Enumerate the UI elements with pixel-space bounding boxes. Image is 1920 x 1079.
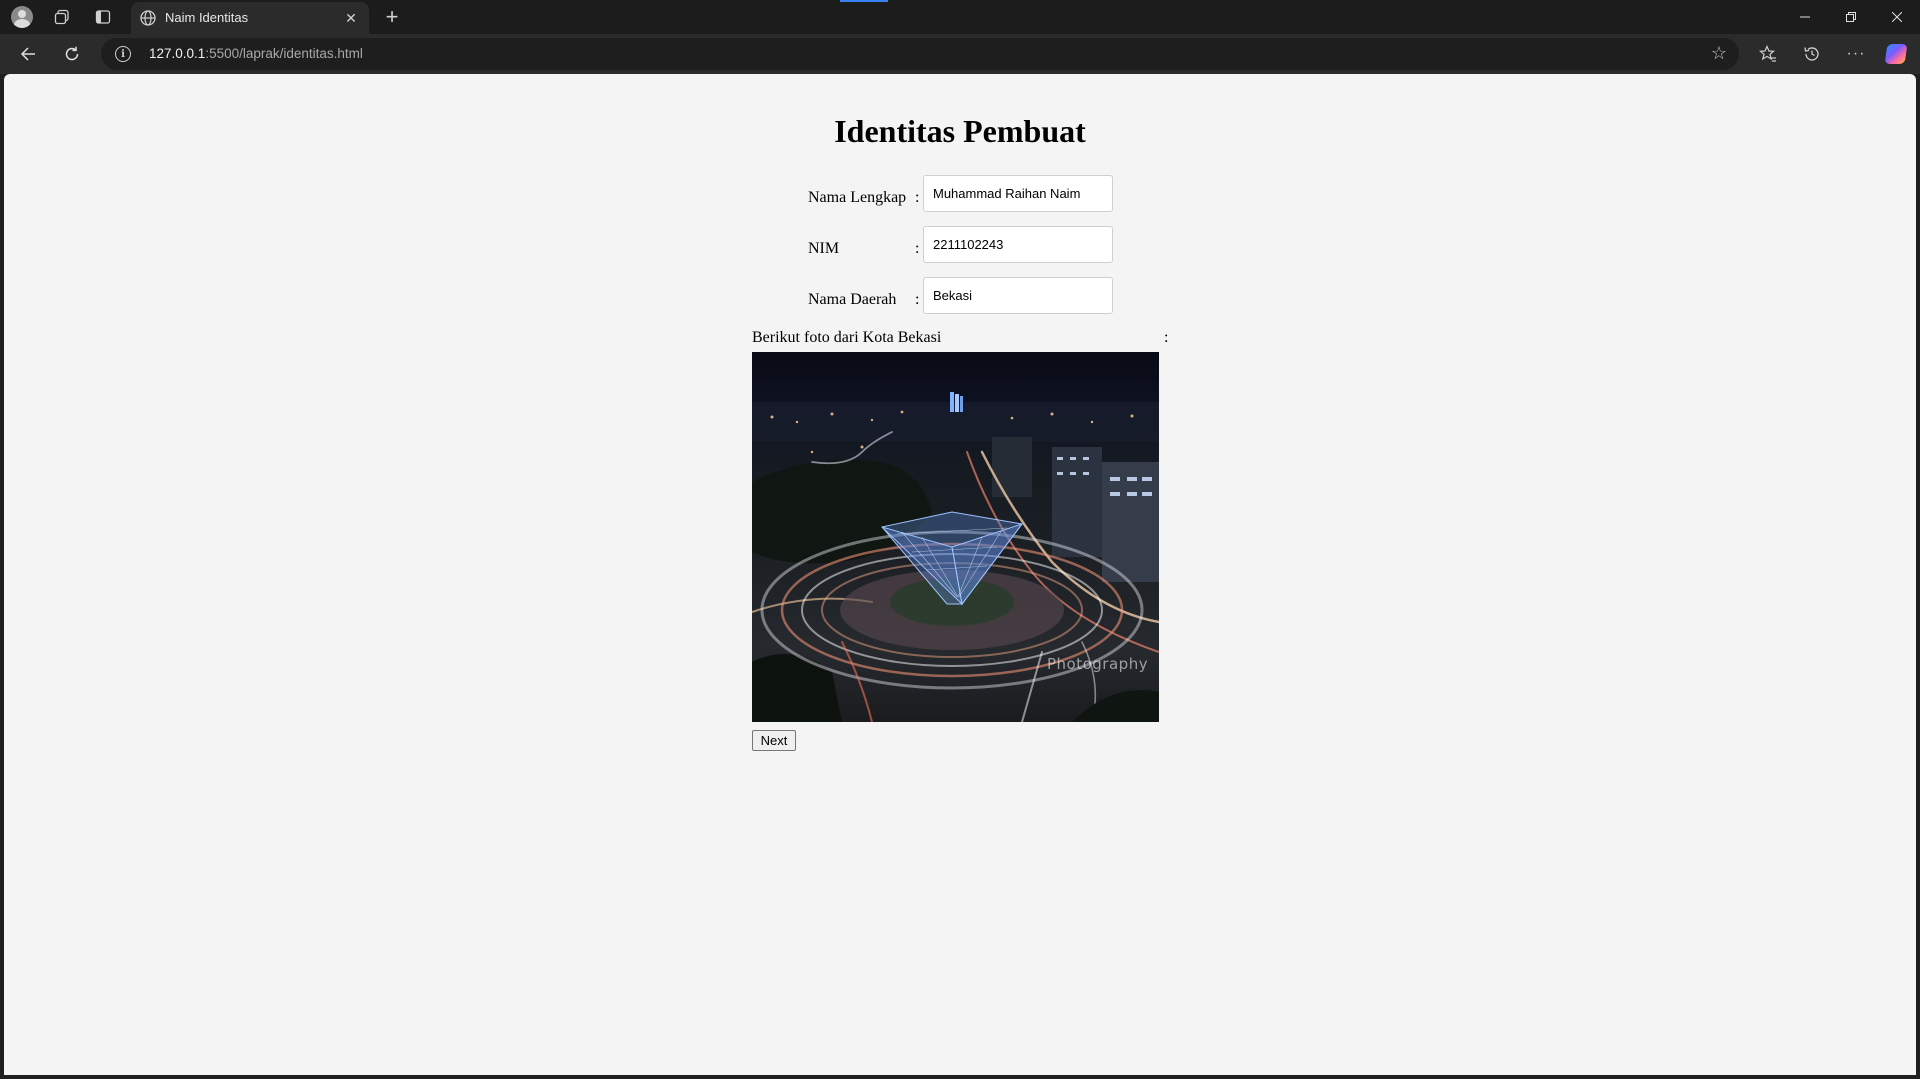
photo-watermark: Photography: [1047, 655, 1149, 673]
close-window-button[interactable]: [1874, 0, 1920, 34]
browser-toolbar: i 127.0.0.1:5500/laprak/identitas.html ☆…: [0, 34, 1920, 74]
bekasi-city-photo: Photography: [752, 352, 1159, 722]
close-icon[interactable]: ✕: [341, 8, 361, 28]
globe-icon: [140, 10, 156, 26]
profile-icon[interactable]: [5, 5, 39, 29]
minimize-button[interactable]: [1782, 0, 1828, 34]
field-colon: :: [915, 189, 920, 206]
field-label: Nama Daerah: [808, 291, 897, 308]
field-colon: :: [915, 240, 920, 257]
copilot-icon[interactable]: [1880, 38, 1912, 70]
tab-actions-icon[interactable]: [86, 5, 120, 29]
field-label: NIM: [808, 240, 840, 257]
field-colon: :: [915, 291, 920, 308]
more-icon[interactable]: ···: [1840, 38, 1872, 70]
tab-bar: Naim Identitas ✕ +: [0, 0, 1920, 34]
page-title: Identitas Pembuat: [834, 113, 1086, 149]
tab-naim-identitas[interactable]: Naim Identitas ✕: [131, 2, 369, 34]
photo-caption: Berikut foto dari Kota Bekasi: [752, 329, 942, 346]
info-icon[interactable]: i: [115, 46, 131, 62]
workspaces-icon[interactable]: [45, 5, 79, 29]
address-bar[interactable]: i 127.0.0.1:5500/laprak/identitas.html ☆: [101, 38, 1739, 70]
favorites-icon[interactable]: [1752, 38, 1784, 70]
nama-daerah-input[interactable]: [923, 277, 1113, 314]
plus-icon[interactable]: +: [375, 4, 409, 29]
page-viewport: Identitas Pembuat Nama Lengkap : NIM : N…: [4, 74, 1916, 1075]
back-arrow-icon[interactable]: [12, 38, 44, 70]
nama-lengkap-input[interactable]: [923, 175, 1113, 212]
star-icon[interactable]: ☆: [1711, 43, 1727, 64]
field-label: Nama Lengkap: [808, 189, 907, 206]
caption-colon: :: [1164, 329, 1169, 346]
tab-title: Naim Identitas: [165, 10, 249, 25]
restore-button[interactable]: [1828, 0, 1874, 34]
nim-input[interactable]: [923, 226, 1113, 263]
accent-indicator: [840, 0, 888, 2]
next-button[interactable]: Next: [752, 730, 796, 751]
history-icon[interactable]: [1796, 38, 1828, 70]
url-text[interactable]: 127.0.0.1:5500/laprak/identitas.html: [149, 46, 363, 61]
refresh-icon[interactable]: [56, 38, 88, 70]
